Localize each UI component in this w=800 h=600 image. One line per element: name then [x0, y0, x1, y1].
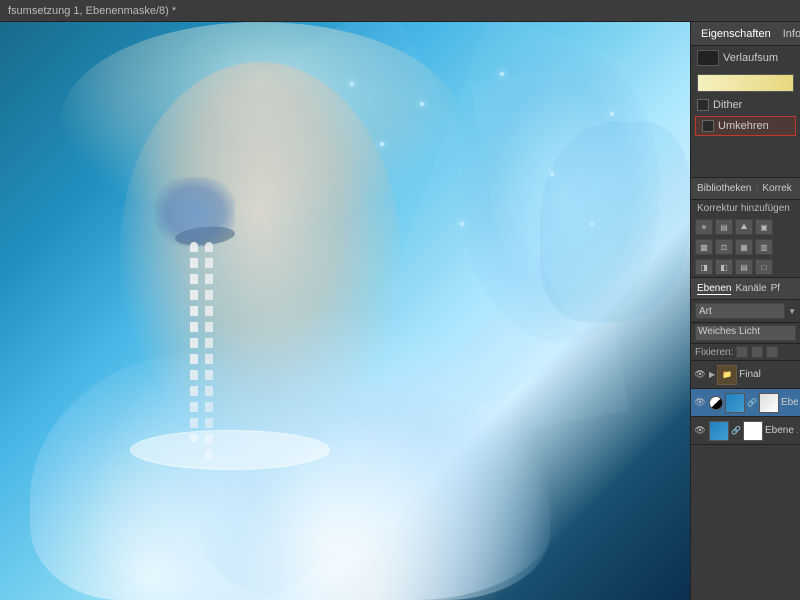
sparkle	[590, 222, 594, 226]
link-ebene1: 🔗	[731, 426, 741, 435]
dither-row: Dither	[691, 96, 800, 114]
blend-select[interactable]: Weiches Licht	[695, 325, 796, 341]
blend-row: Weiches Licht	[691, 323, 800, 344]
eye-final[interactable]: 👁	[693, 368, 707, 382]
folder-icon: 📁	[717, 365, 737, 385]
umkehren-checkbox[interactable]	[702, 120, 714, 132]
eye-ebene1[interactable]: 👁	[693, 424, 707, 438]
thumb-ebene2	[725, 393, 745, 413]
fix-icon1[interactable]	[736, 346, 748, 358]
bib-panel: Bibliotheken | Korrek Korrektur hinzufüg…	[691, 178, 800, 278]
title-text: fsumsetzung 1, Ebenenmaske/8) *	[8, 5, 176, 17]
sparkle	[420, 102, 424, 106]
layer-ebene2[interactable]: 👁 🔗 Ebene 2	[691, 389, 800, 417]
dither-label: Dither	[713, 99, 742, 111]
bib-header: Bibliotheken | Korrek	[691, 178, 800, 200]
fix-icon3[interactable]	[766, 346, 778, 358]
adjust-ebene2	[709, 396, 723, 410]
kanaele-tab[interactable]: Kanäle	[735, 283, 766, 294]
icon-row-3: ◨ ◧ ▤ □	[691, 257, 800, 277]
verlauf-row: Verlaufsum	[691, 46, 800, 70]
dropdown-arrow[interactable]: ▼	[788, 307, 796, 316]
umkehren-label: Umkehren	[718, 120, 769, 132]
bib-tab2[interactable]: Korrek	[762, 183, 791, 194]
sparkle	[610, 112, 614, 116]
colorbalance-icon[interactable]: ▦	[735, 239, 753, 255]
canvas-area	[0, 22, 690, 600]
properties-tab[interactable]: Eigenschaften	[697, 28, 775, 40]
title-bar: fsumsetzung 1, Ebenenmaske/8) *	[0, 0, 800, 22]
blend-value: Weiches Licht	[698, 326, 760, 337]
gradient-map-icon[interactable]: ▤	[735, 259, 753, 275]
pf-tab[interactable]: Pf	[771, 283, 780, 294]
sparkle	[380, 142, 384, 146]
korrektur-label: Korrektur hinzufügen	[691, 200, 800, 217]
sparkle	[550, 172, 554, 176]
hue-icon[interactable]: ⚖	[715, 239, 733, 255]
gradient-bar[interactable]	[697, 74, 794, 92]
thumb-ebene1	[709, 421, 729, 441]
layer-ebene1[interactable]: 👁 🔗 Ebene 1	[691, 417, 800, 445]
right-panel: Eigenschaften Info Verlaufsum Dither Umk…	[690, 22, 800, 600]
photo-icon[interactable]: ▥	[755, 239, 773, 255]
canvas-image	[0, 22, 690, 600]
exposure-icon[interactable]: ▣	[755, 219, 773, 235]
threshold-icon[interactable]: ◧	[715, 259, 733, 275]
dither-checkbox[interactable]	[697, 99, 709, 111]
main-area: Eigenschaften Info Verlaufsum Dither Umk…	[0, 22, 800, 600]
layer-name-final: Final	[739, 369, 798, 380]
sparkle	[500, 72, 504, 76]
ebenen-panel: Ebenen Kanäle Pf Art ▼ Weiches Licht Fix…	[691, 278, 800, 600]
curves-icon[interactable]: ⛰	[735, 219, 753, 235]
ebenen-header: Ebenen Kanäle Pf	[691, 278, 800, 300]
search-text: Art	[699, 306, 712, 317]
brightness-icon[interactable]: ☀	[695, 219, 713, 235]
umkehren-row: Umkehren	[695, 116, 796, 136]
fix-icon2[interactable]	[751, 346, 763, 358]
icon-row-2: ▩ ⚖ ▦ ▥	[691, 237, 800, 257]
invert-icon[interactable]: ◨	[695, 259, 713, 275]
icon-row-1: ☀ ▤ ⛰ ▣	[691, 217, 800, 237]
selective-icon[interactable]: □	[755, 259, 773, 275]
fixieren-row: Fixieren:	[691, 344, 800, 361]
sparkle	[350, 82, 354, 86]
mask-ebene1	[743, 421, 763, 441]
sparkle	[460, 222, 464, 226]
ebenen-tab[interactable]: Ebenen	[697, 283, 731, 295]
fixieren-label: Fixieren:	[695, 347, 733, 358]
mask-ebene2	[759, 393, 779, 413]
vibrance-icon[interactable]: ▩	[695, 239, 713, 255]
info-tab-label[interactable]: Info	[779, 28, 800, 40]
triangle-final[interactable]: ▶	[709, 370, 715, 379]
eye-ebene2[interactable]: 👁	[693, 396, 707, 410]
link-ebene2: 🔗	[747, 398, 757, 407]
search-box[interactable]: Art	[695, 303, 785, 319]
layer-name-ebene1: Ebene 1	[765, 425, 798, 436]
properties-spacer	[691, 138, 800, 178]
gem-piece	[155, 177, 235, 247]
layer-final: 👁 ▶ 📁 Final	[691, 361, 800, 389]
bib-tab1[interactable]: Bibliotheken	[697, 183, 751, 194]
levels-icon[interactable]: ▤	[715, 219, 733, 235]
search-row: Art ▼	[691, 300, 800, 323]
layer-name-ebene2: Ebene 2	[781, 397, 798, 408]
properties-header: Eigenschaften Info	[691, 22, 800, 46]
verlauf-label: Verlaufsum	[723, 52, 778, 64]
verlauf-thumb	[697, 50, 719, 66]
